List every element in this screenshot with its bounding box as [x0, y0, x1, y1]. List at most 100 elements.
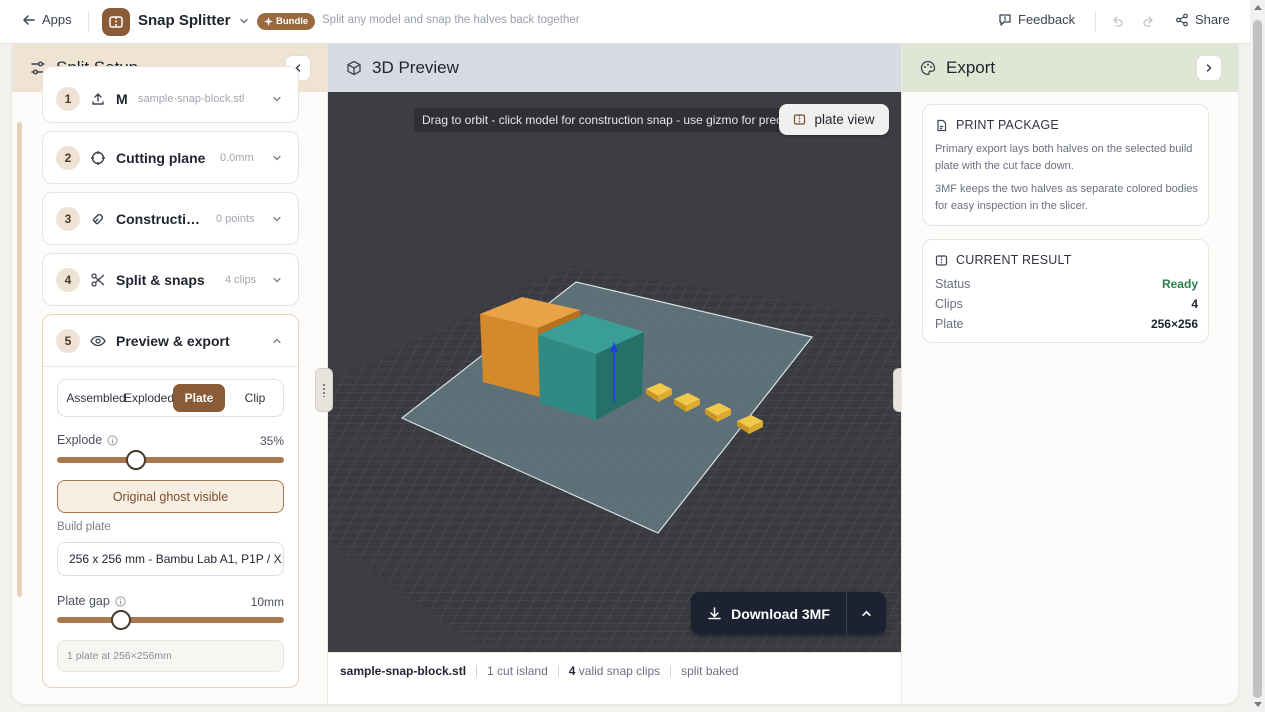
step-import[interactable]: 1 M sample-snap-block.stl — [42, 66, 299, 123]
status-islands: 1 cut island — [487, 663, 548, 678]
steps-scroll-rail[interactable] — [17, 122, 22, 597]
step-meta: 4 clips — [225, 274, 257, 286]
redo-button[interactable] — [1142, 14, 1156, 33]
magnet-icon — [90, 211, 106, 227]
app-switcher[interactable]: Snap Splitter — [138, 12, 249, 29]
file-icon — [937, 119, 947, 131]
palette-icon — [920, 60, 936, 76]
step-number: 3 — [56, 207, 80, 231]
current-result-title: CURRENT RESULT — [935, 253, 1072, 267]
status-file: sample-snap-block.stl — [340, 663, 467, 678]
step-title: M — [116, 91, 128, 107]
feedback-button[interactable]: Feedback — [998, 12, 1075, 27]
result-status-row: Status Ready — [935, 277, 1198, 291]
result-clips-row: Clips 4 — [935, 297, 1198, 311]
current-result-card: CURRENT RESULT Status Ready Clips 4 Plat… — [922, 239, 1209, 343]
view-mode-plate[interactable]: Plate — [173, 384, 225, 412]
preview-header: 3D Preview — [328, 44, 901, 92]
preview-panel: 3D Preview Drag to orbit - click model f… — [328, 44, 901, 704]
plate-gap-slider[interactable] — [57, 610, 284, 630]
app-logo-icon — [102, 8, 130, 36]
print-package-text-2: 3MF keeps the two halves as separate col… — [935, 183, 1198, 212]
step-split-snaps[interactable]: 4 Split & snaps 4 clips — [42, 253, 299, 306]
download-options-button[interactable] — [846, 592, 886, 635]
status-badge: Ready — [1161, 277, 1198, 291]
info-icon[interactable] — [115, 595, 126, 607]
app-tagline: Split any model and snap the halves back… — [322, 14, 580, 26]
split-view-icon — [935, 254, 948, 266]
slider-knob[interactable] — [110, 610, 131, 630]
print-package-text-1: Primary export lays both halves on the s… — [935, 143, 1193, 172]
app-name: Snap Splitter — [138, 12, 231, 29]
view-mode-exploded[interactable]: Exploded — [120, 384, 178, 412]
info-icon[interactable] — [107, 434, 118, 446]
chevron-down-icon — [239, 18, 248, 23]
export-panel: Export PRINT PACKAGE Primary export lays… — [901, 44, 1238, 704]
page-scrollbar[interactable] — [1250, 0, 1265, 712]
step-number: 2 — [56, 146, 80, 170]
share-button[interactable]: Share — [1175, 12, 1230, 27]
scene-render[interactable] — [328, 92, 901, 652]
chevron-up-icon — [862, 610, 871, 616]
workspace: Split Setup 1 M sample-snap-block.stl 2 — [12, 44, 1238, 704]
step-preview-export-header[interactable]: 5 Preview & export — [43, 315, 298, 367]
panel-title: Export — [946, 58, 996, 77]
top-bar: Apps Snap Splitter Bundle Split any mode… — [0, 0, 1250, 44]
print-package-title: PRINT PACKAGE — [935, 118, 1059, 132]
undo-button[interactable] — [1110, 14, 1124, 33]
original-ghost-toggle[interactable]: Original ghost visible — [57, 480, 284, 513]
scrollbar-thumb[interactable] — [1253, 20, 1262, 698]
apps-back-button[interactable]: Apps — [22, 12, 72, 27]
cube-icon — [346, 60, 362, 76]
chevron-up-icon — [272, 336, 282, 346]
split-setup-panel: Split Setup 1 M sample-snap-block.stl 2 — [12, 44, 328, 704]
download-3mf-button[interactable]: Download 3MF — [691, 592, 846, 635]
left-resize-handle[interactable] — [315, 368, 333, 412]
collapse-right-button[interactable] — [1196, 55, 1222, 81]
divider — [88, 12, 89, 32]
result-plate-row: Plate 256×256 — [935, 317, 1198, 331]
divider — [476, 664, 478, 677]
plate-gap-value: 10mm — [250, 595, 284, 609]
build-plate-label: Build plate — [57, 521, 111, 533]
plate-info: 1 plate at 256×256mm — [57, 640, 284, 672]
step-number: 4 — [56, 268, 80, 292]
explode-slider[interactable] — [57, 450, 284, 470]
plate-view-button[interactable]: plate view — [779, 104, 889, 135]
scroll-up-icon[interactable] — [1254, 5, 1262, 10]
view-mode-segmented: Assembled Exploded Plate Clip — [57, 379, 284, 417]
chevron-down-icon — [272, 153, 282, 163]
chevron-down-icon — [272, 214, 282, 224]
status-clips: 4 valid snap clips — [568, 663, 661, 678]
split-view-icon — [794, 114, 806, 125]
step-title: Split & snaps — [116, 272, 205, 288]
step-cutting-plane[interactable]: 2 Cutting plane 0.0mm — [42, 131, 299, 184]
bundle-badge: Bundle — [257, 13, 316, 30]
arrow-left-icon — [23, 14, 35, 25]
status-baked: split baked — [681, 663, 739, 678]
explode-value: 35% — [259, 434, 284, 448]
divider — [670, 664, 672, 677]
sparkle-icon — [264, 17, 273, 26]
apps-label: Apps — [42, 12, 72, 27]
explode-label: Explode — [57, 433, 118, 447]
viewport-tip: Drag to orbit - click model for construc… — [414, 108, 786, 132]
chevron-down-icon — [272, 275, 282, 285]
divider — [1095, 12, 1096, 32]
step-title: Cutting plane — [116, 150, 206, 166]
slider-knob[interactable] — [126, 450, 147, 470]
eye-icon — [90, 333, 106, 349]
chevron-down-icon — [272, 94, 282, 104]
undo-icon — [1113, 16, 1123, 27]
step-number: 5 — [56, 328, 80, 353]
3d-viewport[interactable]: Drag to orbit - click model for construc… — [328, 92, 901, 652]
chevron-right-icon — [1206, 64, 1212, 72]
scroll-down-icon[interactable] — [1254, 702, 1262, 707]
upload-icon — [90, 91, 106, 107]
build-plate-select[interactable]: 256 x 256 mm - Bambu Lab A1, P1P / X1 — [57, 542, 284, 576]
print-package-card: PRINT PACKAGE Primary export lays both h… — [922, 104, 1209, 226]
step-preview-export: 5 Preview & export Assembled Exploded Pl… — [42, 314, 299, 688]
scissors-icon — [90, 272, 106, 288]
view-mode-clip[interactable]: Clip — [230, 384, 280, 412]
step-construction[interactable]: 3 Constructi… 0 points — [42, 192, 299, 245]
